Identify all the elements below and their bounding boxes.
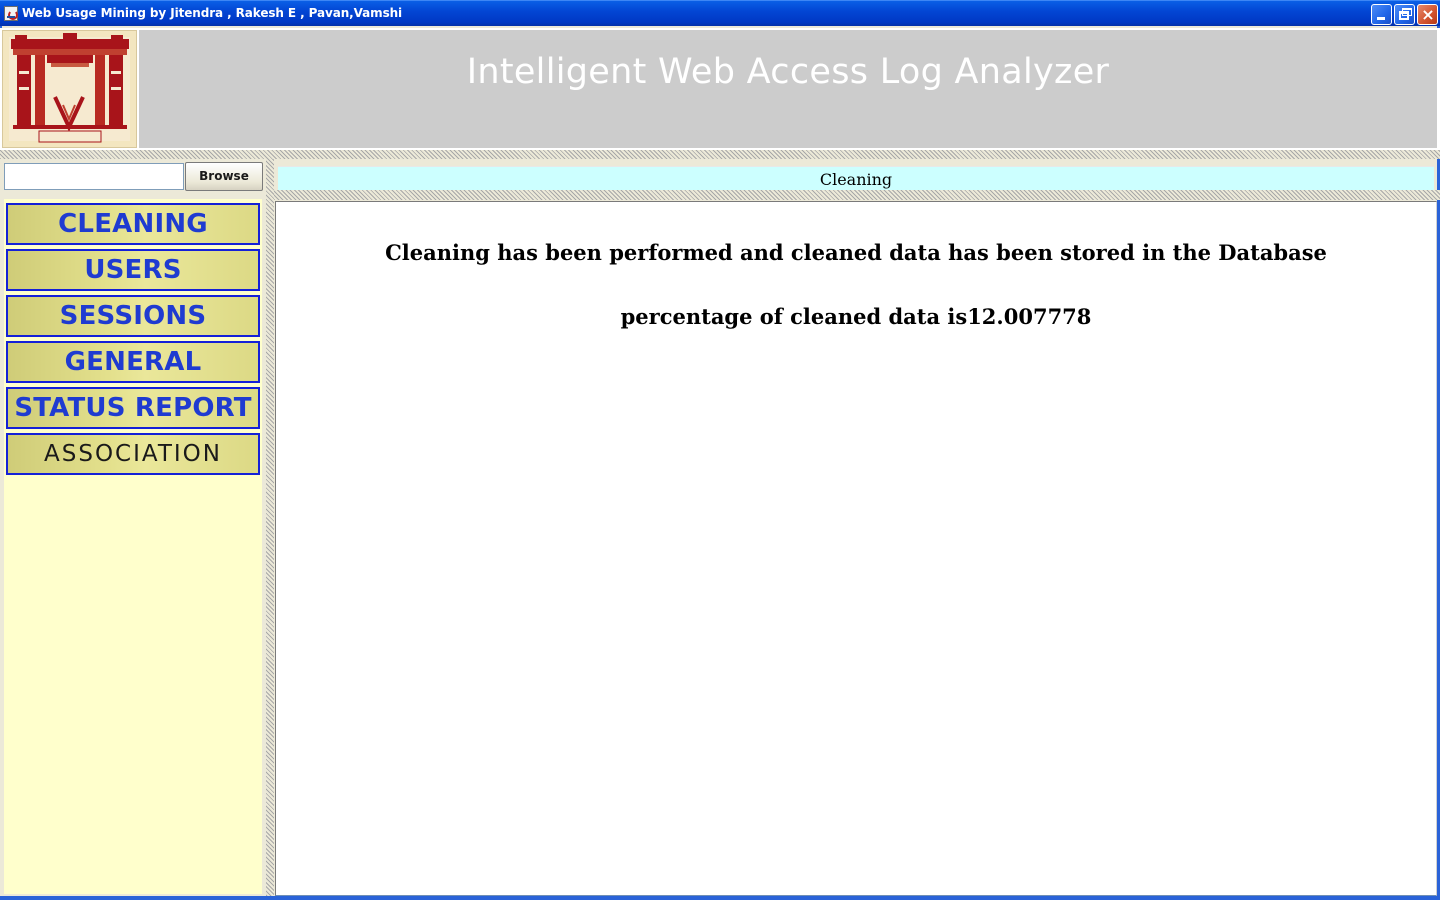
restore-icon	[1399, 11, 1409, 20]
users-button[interactable]: USERS	[6, 249, 260, 291]
content-splitter[interactable]	[274, 190, 1440, 200]
window-title: Web Usage Mining by Jitendra , Rakesh E …	[22, 6, 403, 20]
content-panel: Cleaning has been performed and cleaned …	[275, 201, 1437, 896]
association-button[interactable]: ASSOCIATION	[6, 433, 260, 475]
horizontal-splitter[interactable]	[0, 150, 1440, 159]
maximize-button[interactable]	[1394, 4, 1415, 25]
vertical-splitter[interactable]	[266, 159, 274, 900]
cleaning-button[interactable]: CLEANING	[6, 203, 260, 245]
close-icon: ×	[1421, 5, 1435, 24]
browse-button[interactable]: Browse	[185, 162, 263, 191]
app-banner: Intelligent Web Access Log Analyzer	[139, 30, 1437, 148]
cleaned-percentage-message: percentage of cleaned data is12.007778	[620, 304, 1092, 329]
logo-emblem-icon	[9, 33, 130, 143]
java-app-icon	[4, 6, 18, 21]
close-button[interactable]: ×	[1417, 4, 1438, 25]
sessions-button[interactable]: SESSIONS	[6, 295, 260, 337]
university-logo	[2, 30, 137, 148]
section-title: Cleaning	[278, 166, 1434, 190]
minimize-button[interactable]	[1371, 4, 1392, 25]
cleaning-status-message: Cleaning has been performed and cleaned …	[385, 240, 1327, 265]
window-title-bar[interactable]: Web Usage Mining by Jitendra , Rakesh E …	[0, 0, 1440, 26]
minimize-icon	[1377, 17, 1385, 20]
general-button[interactable]: GENERAL	[6, 341, 260, 383]
log-file-path-input[interactable]	[4, 163, 184, 190]
status-report-button[interactable]: STATUS REPORT	[6, 387, 260, 429]
window-bottom-border	[0, 896, 1440, 900]
banner-title: Intelligent Web Access Log Analyzer	[466, 52, 1110, 92]
